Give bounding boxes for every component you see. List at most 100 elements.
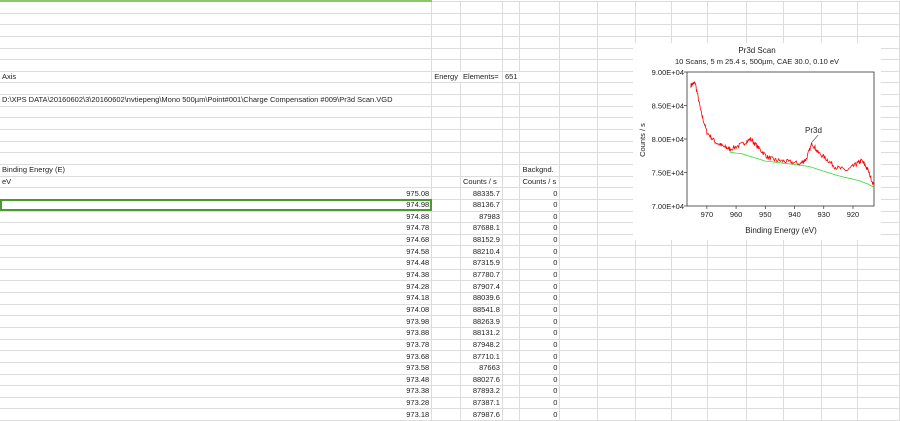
cell[interactable]	[519, 152, 561, 165]
cell[interactable]	[0, 140, 433, 154]
cell[interactable]	[746, 385, 784, 398]
cell[interactable]	[502, 82, 521, 96]
cell[interactable]	[707, 292, 748, 305]
background-cell[interactable]: 0	[519, 338, 561, 352]
cell[interactable]	[821, 373, 859, 387]
cell[interactable]	[559, 233, 599, 247]
cell[interactable]	[431, 47, 461, 61]
cell[interactable]	[502, 315, 521, 328]
cell[interactable]	[431, 303, 461, 317]
cell[interactable]	[502, 408, 521, 421]
cell[interactable]	[597, 24, 636, 37]
cell[interactable]	[431, 24, 461, 37]
binding-energy-cell[interactable]: 974.18	[0, 292, 433, 305]
binding-energy-cell[interactable]: 974.48	[0, 257, 433, 270]
cell[interactable]	[707, 245, 748, 259]
cell[interactable]	[857, 292, 900, 305]
energy-label-cell[interactable]: Energy	[431, 70, 461, 84]
cell[interactable]	[502, 233, 521, 247]
cell[interactable]	[746, 0, 784, 14]
cell[interactable]	[502, 35, 521, 49]
cell[interactable]	[460, 94, 503, 107]
binding-energy-cell[interactable]: 973.28	[0, 396, 433, 410]
counts-header-cell[interactable]: Counts / s	[460, 175, 503, 189]
cell[interactable]	[597, 222, 636, 235]
cell[interactable]	[635, 373, 672, 387]
cell[interactable]	[502, 385, 521, 398]
cell[interactable]	[821, 361, 859, 375]
background-cell[interactable]: 0	[519, 396, 561, 410]
cell[interactable]	[746, 257, 784, 270]
axis-label-cell[interactable]: Axis	[0, 70, 433, 84]
cell[interactable]	[746, 12, 784, 26]
cell[interactable]	[746, 361, 784, 375]
cell[interactable]	[519, 59, 561, 72]
cell[interactable]	[559, 245, 599, 259]
cell[interactable]	[783, 408, 822, 421]
cell[interactable]	[502, 292, 521, 305]
background-cell[interactable]: 0	[519, 210, 561, 224]
cell[interactable]	[597, 198, 636, 212]
cell[interactable]	[783, 292, 822, 305]
cell[interactable]	[635, 338, 672, 352]
backgnd-header-cell[interactable]: Backgnd.	[519, 163, 561, 177]
background-cell[interactable]: 0	[519, 292, 561, 305]
cell[interactable]	[502, 105, 521, 119]
cell[interactable]	[431, 245, 461, 259]
cell[interactable]	[502, 24, 521, 37]
background-cell[interactable]: 0	[519, 245, 561, 259]
cell[interactable]	[597, 373, 636, 387]
cell[interactable]	[519, 12, 561, 26]
binding-energy-cell[interactable]: 975.08	[0, 187, 433, 200]
cell[interactable]	[597, 338, 636, 352]
cell[interactable]	[746, 303, 784, 317]
cell[interactable]	[431, 117, 461, 131]
cell[interactable]	[635, 326, 672, 340]
cell[interactable]	[746, 292, 784, 305]
cell[interactable]	[559, 408, 599, 421]
cell[interactable]	[559, 47, 599, 61]
background-cell[interactable]: 0	[519, 222, 561, 235]
cell[interactable]	[671, 292, 709, 305]
cell[interactable]	[431, 350, 461, 363]
background-cell[interactable]: 0	[519, 408, 561, 421]
cell[interactable]	[519, 24, 561, 37]
cell[interactable]	[707, 361, 748, 375]
cell[interactable]	[635, 385, 672, 398]
counts-cell[interactable]: 88131.2	[460, 326, 503, 340]
cell[interactable]	[460, 59, 503, 72]
binding-energy-cell[interactable]: 974.08	[0, 303, 433, 317]
cell[interactable]	[821, 268, 859, 282]
cell[interactable]	[431, 94, 461, 107]
cell[interactable]	[559, 105, 599, 119]
cell[interactable]	[431, 210, 461, 224]
cell[interactable]	[821, 292, 859, 305]
cell[interactable]	[746, 315, 784, 328]
background-cell[interactable]: 0	[519, 326, 561, 340]
background-cell[interactable]: 0	[519, 373, 561, 387]
cell[interactable]	[857, 408, 900, 421]
cell[interactable]	[857, 373, 900, 387]
cell[interactable]	[746, 326, 784, 340]
cell[interactable]	[671, 257, 709, 270]
cell[interactable]	[559, 187, 599, 200]
cell[interactable]	[519, 129, 561, 142]
cell[interactable]	[502, 94, 521, 107]
binding-energy-cell[interactable]: 974.28	[0, 280, 433, 294]
cell[interactable]	[0, 82, 433, 96]
cell[interactable]	[857, 326, 900, 340]
cell[interactable]	[821, 245, 859, 259]
cell[interactable]	[519, 105, 561, 119]
cell[interactable]	[671, 12, 709, 26]
cell[interactable]	[857, 24, 900, 37]
counts-cell[interactable]: 88027.6	[460, 373, 503, 387]
cell[interactable]	[460, 163, 503, 177]
cell[interactable]	[460, 24, 503, 37]
cell[interactable]	[559, 163, 599, 177]
cell[interactable]	[502, 268, 521, 282]
cell[interactable]	[746, 338, 784, 352]
cell[interactable]	[821, 24, 859, 37]
background-cell[interactable]: 0	[519, 233, 561, 247]
cell[interactable]	[707, 268, 748, 282]
cell[interactable]	[502, 350, 521, 363]
